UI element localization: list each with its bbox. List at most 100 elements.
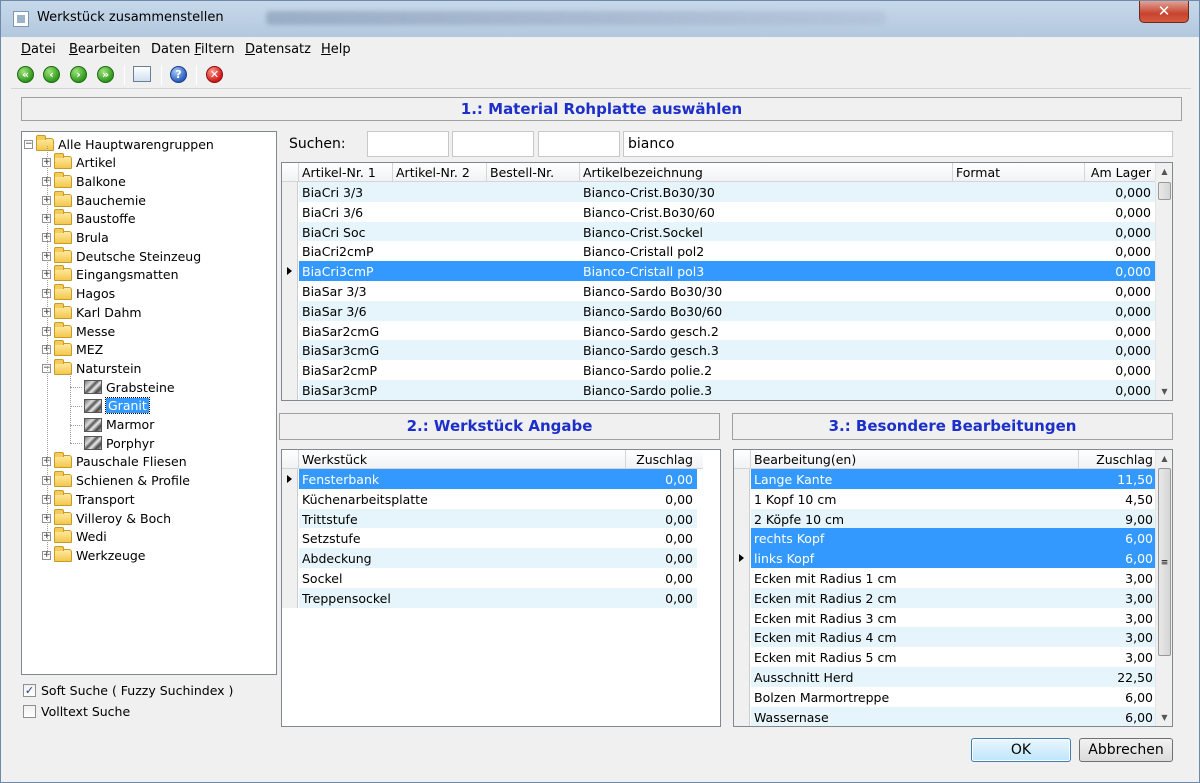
search-field-3[interactable] bbox=[538, 131, 620, 157]
screen-icon[interactable] bbox=[133, 66, 151, 82]
column-header[interactable]: Bearbeitung(en) bbox=[754, 452, 856, 467]
table-row[interactable]: Abdeckung 0,00 bbox=[282, 548, 703, 568]
scroll-up-button[interactable]: ▲ bbox=[1156, 163, 1172, 180]
table-row[interactable]: Ecken mit Radius 3 cm 3,00 bbox=[734, 607, 1155, 628]
tree-node[interactable]: + Balkone bbox=[42, 171, 126, 190]
tree-node[interactable]: + Karl Dahm bbox=[42, 302, 142, 321]
column-header[interactable]: Format bbox=[956, 165, 1000, 180]
scroll-thumb[interactable] bbox=[1158, 182, 1171, 200]
tree-node[interactable]: + Artikel bbox=[42, 153, 116, 172]
volltext-checkbox[interactable] bbox=[23, 705, 36, 718]
tree-root[interactable]: − Alle Hauptwarengruppen bbox=[24, 134, 214, 153]
search-field-main[interactable]: bianco bbox=[623, 131, 1173, 157]
table-row[interactable]: Küchenarbeitsplatte 0,00 bbox=[282, 488, 703, 509]
last-record-button[interactable]: » bbox=[97, 66, 114, 83]
column-header[interactable]: Artikel-Nr. 1 bbox=[302, 165, 376, 180]
search-field-1[interactable] bbox=[367, 131, 449, 157]
table-row[interactable]: Setzstufe 0,00 bbox=[282, 528, 703, 549]
search-field-2[interactable] bbox=[452, 131, 534, 157]
tree-leaf-porphyr[interactable]: Porphyr bbox=[84, 434, 154, 452]
tree-node[interactable]: + Pauschale Fliesen bbox=[42, 452, 187, 471]
column-header[interactable]: Artikel-Nr. 2 bbox=[396, 165, 470, 180]
first-record-button[interactable]: « bbox=[17, 66, 34, 83]
scroll-up-button[interactable]: ▲ bbox=[1156, 450, 1172, 467]
tree-expander[interactable]: − bbox=[24, 139, 33, 149]
column-header[interactable]: Zuschlag bbox=[636, 452, 693, 467]
table-row[interactable]: Lange Kante 11,50 bbox=[734, 469, 1157, 489]
tree-node[interactable]: + Brula bbox=[42, 228, 109, 247]
tree-node[interactable]: + Wedi bbox=[42, 527, 107, 546]
prev-record-button[interactable]: ‹ bbox=[43, 66, 60, 83]
soft-search-checkbox[interactable]: ✓ bbox=[23, 684, 36, 697]
tree-node[interactable]: + Baustoffe bbox=[42, 209, 136, 228]
menu-datei[interactable]: Datei bbox=[21, 42, 56, 57]
table-row[interactable]: links Kopf 6,00 bbox=[734, 548, 1157, 568]
table-row[interactable]: Trittstufe 0,00 bbox=[282, 508, 703, 529]
scroll-down-button[interactable]: ▼ bbox=[1156, 383, 1172, 400]
table-row[interactable]: BiaSar3cmG Bianco-Sardo gesch.3 0,000 bbox=[282, 340, 1155, 361]
tree-node[interactable]: + Werkzeuge bbox=[42, 545, 146, 564]
tree-leaf-marmor[interactable]: Marmor bbox=[84, 416, 154, 434]
material-grid[interactable]: Artikel-Nr. 1 Artikel-Nr. 2 Bestell-Nr. Art… bbox=[281, 162, 1173, 401]
volltext-option[interactable]: Volltext Suche bbox=[23, 704, 130, 719]
tree-leaf-granit[interactable]: Granit bbox=[84, 397, 150, 415]
table-row[interactable]: Ecken mit Radius 4 cm 3,00 bbox=[734, 627, 1157, 648]
column-header[interactable]: Zuschlag bbox=[1096, 452, 1153, 467]
scroll-thumb[interactable]: ≡ bbox=[1158, 468, 1171, 656]
table-row[interactable]: BiaSar3cmP Bianco-Sardo polie.3 0,000 bbox=[282, 380, 1155, 400]
tree-node[interactable]: + Messe bbox=[42, 321, 115, 340]
cancel-toolbar-button[interactable]: ✕ bbox=[206, 66, 223, 83]
scroll-down-button[interactable]: ▼ bbox=[1156, 709, 1172, 726]
table-row[interactable]: rechts Kopf 6,00 bbox=[734, 528, 1157, 549]
column-header[interactable]: Bestell-Nr. bbox=[490, 165, 554, 180]
table-row[interactable]: Ecken mit Radius 1 cm 3,00 bbox=[734, 568, 1155, 588]
tree-node[interactable]: − Naturstein bbox=[42, 358, 141, 377]
table-row[interactable]: 2 Köpfe 10 cm 9,00 bbox=[734, 508, 1157, 529]
tree-node[interactable]: + Hagos bbox=[42, 284, 115, 303]
group-tree[interactable]: − Alle Hauptwarengruppen + Artikel + Balkone +… bbox=[21, 131, 277, 675]
menu-datensatz[interactable]: Datensatz bbox=[245, 42, 311, 57]
column-header[interactable]: Artikelbezeichnung bbox=[583, 165, 703, 180]
menu-daten-filtern[interactable]: Daten Filtern bbox=[151, 42, 235, 57]
vertical-scrollbar[interactable]: ▲ ▼ bbox=[1155, 163, 1172, 400]
column-header[interactable]: Werkstück bbox=[302, 452, 367, 467]
tree-leaf-grabsteine[interactable]: Grabsteine bbox=[84, 378, 175, 396]
vertical-scrollbar[interactable]: ▲ ▼ ≡ bbox=[1155, 450, 1172, 726]
table-row[interactable]: BiaCri 3/3 Bianco-Crist.Bo30/30 0,000 bbox=[282, 182, 1155, 202]
menu-help[interactable]: Help bbox=[321, 42, 351, 57]
werkstueck-grid[interactable]: Werkstück Zuschlag Fensterbank 0,00 Küchenar… bbox=[281, 449, 721, 727]
bearbeitung-grid[interactable]: Bearbeitung(en) Zuschlag Lange Kante 11,50 1… bbox=[733, 449, 1173, 727]
tree-node[interactable]: + Bauchemie bbox=[42, 190, 146, 209]
table-row[interactable]: Wassernase 6,00 bbox=[734, 706, 1157, 726]
table-row[interactable]: Treppensockel 0,00 bbox=[282, 587, 703, 608]
table-row[interactable]: BiaCri3cmP Bianco-Cristall pol3 0,000 bbox=[282, 261, 1155, 281]
table-row[interactable]: BiaCri2cmP Bianco-Cristall pol2 0,000 bbox=[282, 241, 1155, 262]
ok-button[interactable]: OK bbox=[971, 738, 1071, 762]
column-header[interactable]: Am Lager bbox=[1091, 165, 1151, 180]
table-row[interactable]: BiaSar 3/6 Bianco-Sardo Bo30/60 0,000 bbox=[282, 300, 1155, 321]
table-row[interactable]: Ecken mit Radius 5 cm 3,00 bbox=[734, 647, 1155, 667]
table-row[interactable]: BiaCri 3/6 Bianco-Crist.Bo30/60 0,000 bbox=[282, 201, 1155, 222]
table-row[interactable]: Ausschnitt Herd 22,50 bbox=[734, 667, 1157, 687]
abbrechen-button[interactable]: Abbrechen bbox=[1079, 738, 1173, 762]
tree-node[interactable]: + Eingangsmatten bbox=[42, 265, 179, 284]
table-row[interactable]: Ecken mit Radius 2 cm 3,00 bbox=[734, 587, 1157, 608]
tree-node[interactable]: + Villeroy & Boch bbox=[42, 508, 171, 527]
tree-node[interactable]: + Schienen & Profile bbox=[42, 471, 190, 490]
table-row[interactable]: BiaSar2cmP Bianco-Sardo polie.2 0,000 bbox=[282, 360, 1155, 380]
table-row[interactable]: Sockel 0,00 bbox=[282, 568, 703, 588]
help-button[interactable]: ? bbox=[170, 66, 187, 83]
menu-bearbeiten[interactable]: Bearbeiten bbox=[69, 42, 140, 57]
table-row[interactable]: BiaCri Soc Bianco-Crist.Sockel 0,000 bbox=[282, 221, 1155, 242]
table-row[interactable]: Bolzen Marmortreppe 6,00 bbox=[734, 686, 1155, 707]
table-row[interactable]: BiaSar2cmG Bianco-Sardo gesch.2 0,000 bbox=[282, 320, 1155, 341]
close-window-button[interactable]: ✕ bbox=[1139, 1, 1189, 23]
table-row[interactable]: 1 Kopf 10 cm 4,50 bbox=[734, 488, 1155, 509]
table-row[interactable]: BiaSar 3/3 Bianco-Sardo Bo30/30 0,000 bbox=[282, 281, 1155, 301]
tree-node[interactable]: + Transport bbox=[42, 489, 135, 508]
soft-search-option[interactable]: ✓ Soft Suche ( Fuzzy Suchindex ) bbox=[23, 683, 233, 698]
tree-node[interactable]: + Deutsche Steinzeug bbox=[42, 246, 201, 265]
next-record-button[interactable]: › bbox=[70, 66, 87, 83]
tree-node[interactable]: + MEZ bbox=[42, 340, 103, 359]
table-row[interactable]: Fensterbank 0,00 bbox=[282, 469, 703, 489]
